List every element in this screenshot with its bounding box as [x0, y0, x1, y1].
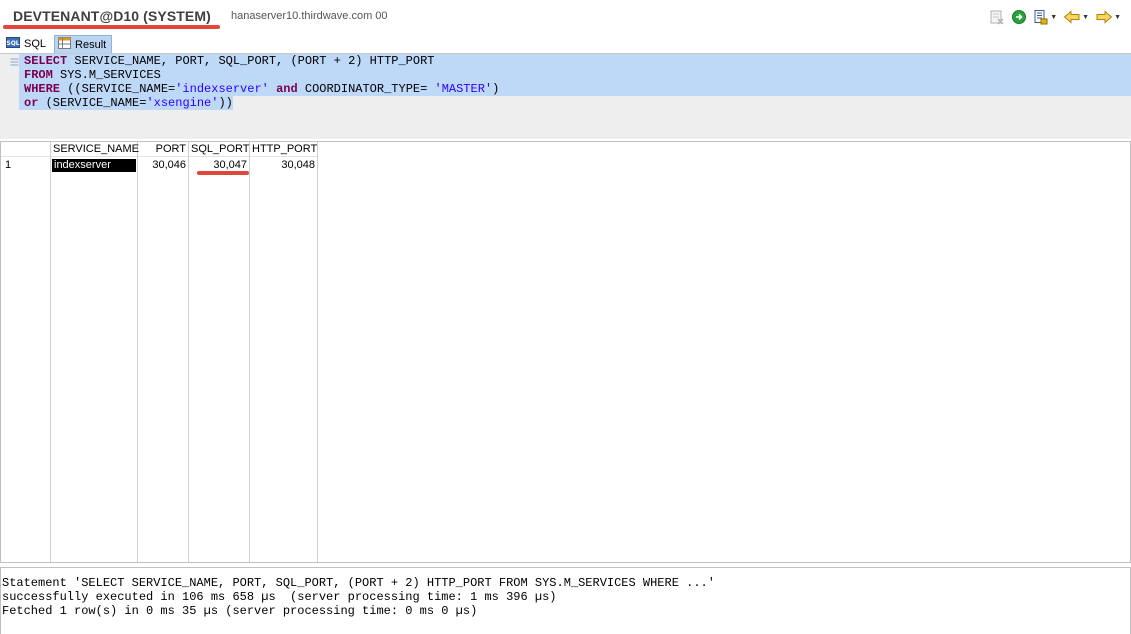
- column-port: PORT 30,046: [138, 142, 189, 562]
- grid-icon: [58, 37, 72, 52]
- chevron-down-icon[interactable]: ▼: [1114, 14, 1121, 21]
- toolbar: ▼ ▼ ▼: [989, 8, 1121, 26]
- column-service-name: SERVICE_NAME indexserver: [51, 142, 139, 562]
- forward-icon[interactable]: ▼: [1095, 8, 1121, 26]
- sql-text: (SERVICE_NAME=: [38, 96, 147, 110]
- tab-sql-label: SQL: [24, 38, 47, 50]
- tab-result-label: Result: [75, 38, 107, 51]
- column-header-sql-port[interactable]: SQL_PORT: [189, 142, 250, 157]
- column-header-service-name[interactable]: SERVICE_NAME: [51, 142, 139, 157]
- status-line-executed: successfully executed in 106 ms 658 µs (…: [2, 590, 557, 604]
- sql-line[interactable]: SELECT SERVICE_NAME, PORT, SQL_PORT, (PO…: [19, 54, 1131, 68]
- sql-keyword: and: [276, 82, 298, 96]
- row-number-cell[interactable]: 1: [3, 158, 13, 173]
- column-sql-port: SQL_PORT 30,047: [189, 142, 250, 562]
- sql-keyword: FROM: [24, 68, 53, 82]
- chevron-down-icon[interactable]: ▼: [1082, 14, 1089, 21]
- sql-string: 'xsengine': [146, 96, 219, 110]
- sql-string: 'MASTER': [434, 82, 493, 96]
- terminate-icon[interactable]: [989, 8, 1005, 26]
- row-number-column: 1: [1, 142, 51, 562]
- sql-port-highlight-underline: [197, 171, 249, 175]
- editor-header: DEVTENANT@D10 (SYSTEM) hanaserver10.thir…: [0, 0, 1131, 34]
- sql-text: SERVICE_NAME, PORT, SQL_PORT, (PORT + 2)…: [67, 54, 435, 68]
- editor-tabs: SQL SQL Result: [0, 34, 1131, 53]
- host-label: hanaserver10.thirdwave.com 00: [231, 10, 388, 22]
- tab-sql[interactable]: SQL SQL: [3, 35, 51, 53]
- column-header-port[interactable]: PORT: [138, 142, 188, 157]
- tab-result[interactable]: Result: [54, 35, 113, 53]
- result-grid[interactable]: 1 SERVICE_NAME indexserver PORT 30,046 S…: [0, 141, 1131, 563]
- sql-text: )): [218, 96, 233, 110]
- connection-highlight-underline: [3, 25, 220, 29]
- sql-text: ((SERVICE_NAME=: [60, 82, 176, 96]
- fold-marker-icon[interactable]: [10, 58, 19, 66]
- chevron-down-icon[interactable]: ▼: [1050, 14, 1057, 21]
- sql-text: COORDINATOR_TYPE=: [297, 82, 435, 96]
- sql-string: 'indexserver': [175, 82, 269, 96]
- table-cell-http-port[interactable]: 30,048: [250, 158, 317, 173]
- run-icon[interactable]: [1011, 8, 1027, 26]
- explain-icon[interactable]: ▼: [1033, 8, 1057, 26]
- sql-keyword: WHERE: [24, 82, 61, 96]
- table-cell-port[interactable]: 30,046: [138, 158, 188, 173]
- status-pane: Statement 'SELECT SERVICE_NAME, PORT, SQ…: [0, 567, 1131, 634]
- connection-title: DEVTENANT@D10 (SYSTEM): [13, 8, 211, 24]
- table-cell-service-name[interactable]: indexserver: [52, 159, 136, 172]
- sql-icon: SQL: [6, 37, 20, 51]
- back-icon[interactable]: ▼: [1063, 8, 1089, 26]
- sql-line[interactable]: WHERE ((SERVICE_NAME='indexserver' and C…: [19, 82, 1131, 96]
- sql-line[interactable]: FROM SYS.M_SERVICES: [19, 68, 1131, 82]
- sql-editor[interactable]: SELECT SERVICE_NAME, PORT, SQL_PORT, (PO…: [0, 53, 1131, 139]
- status-line-statement: Statement 'SELECT SERVICE_NAME, PORT, SQ…: [2, 576, 715, 590]
- sql-keyword: SELECT: [24, 54, 68, 68]
- sql-line[interactable]: or (SERVICE_NAME='xsengine')): [19, 96, 233, 110]
- svg-text:SQL: SQL: [6, 40, 19, 47]
- row-number-header: [1, 142, 50, 157]
- column-http-port: HTTP_PORT 30,048: [250, 142, 318, 562]
- column-header-http-port[interactable]: HTTP_PORT: [250, 142, 317, 157]
- sql-text: ): [492, 82, 500, 96]
- status-line-fetched: Fetched 1 row(s) in 0 ms 35 µs (server p…: [2, 604, 478, 618]
- sql-keyword: or: [24, 96, 39, 110]
- sql-text: SYS.M_SERVICES: [52, 68, 161, 82]
